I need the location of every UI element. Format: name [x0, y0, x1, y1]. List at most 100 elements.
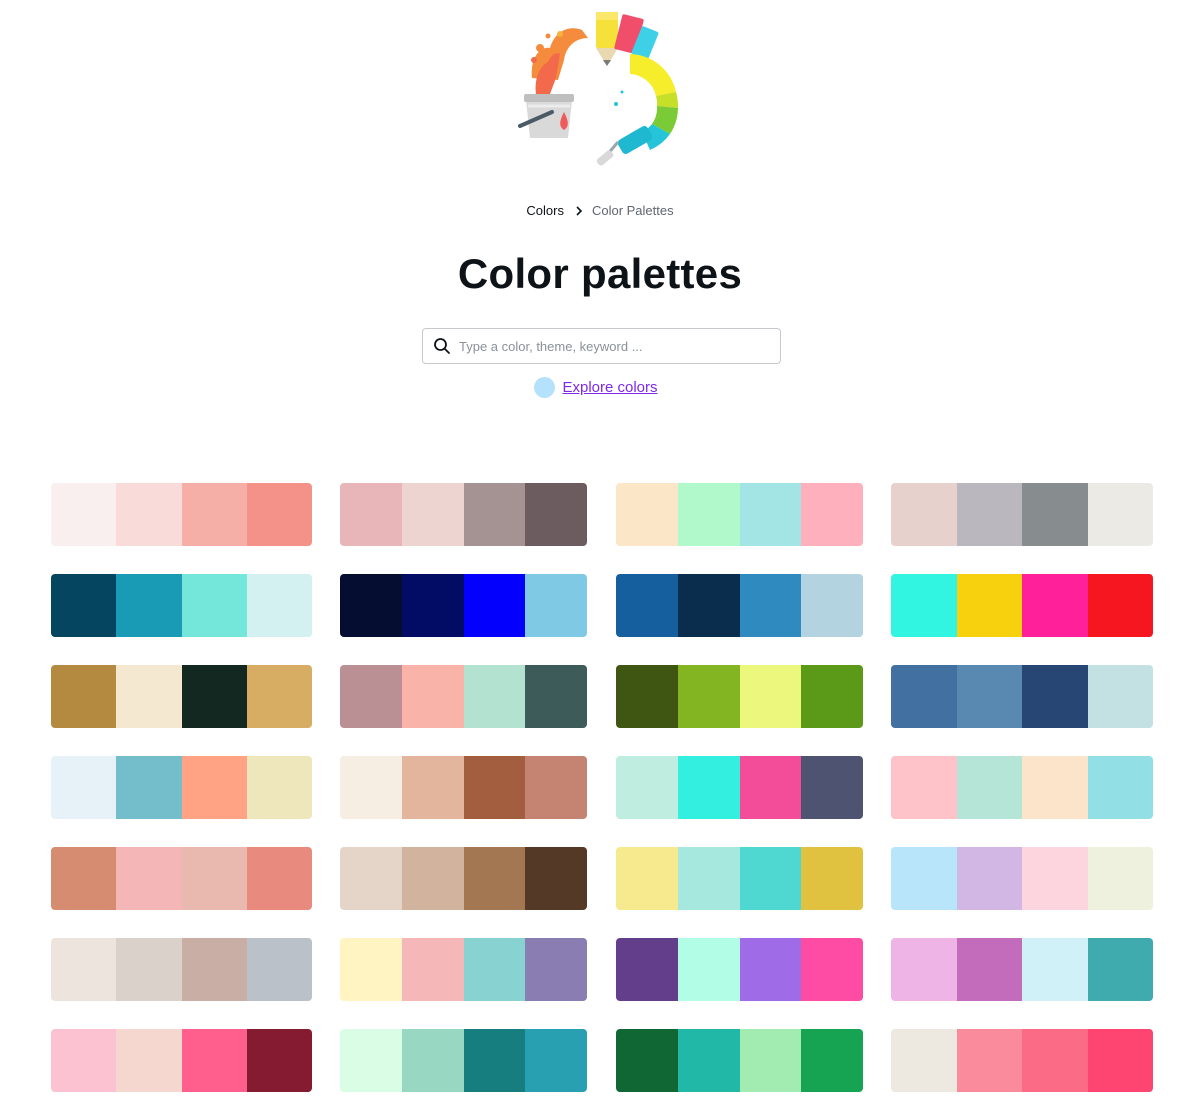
- palette-card[interactable]: [51, 574, 312, 637]
- color-swatch[interactable]: [463, 938, 526, 1001]
- color-swatch[interactable]: [116, 847, 182, 910]
- color-swatch[interactable]: [51, 574, 117, 637]
- color-swatch[interactable]: [463, 574, 526, 637]
- color-swatch[interactable]: [51, 847, 117, 910]
- color-swatch[interactable]: [116, 483, 182, 546]
- color-swatch[interactable]: [677, 665, 740, 728]
- color-swatch[interactable]: [51, 483, 117, 546]
- color-swatch[interactable]: [891, 665, 957, 728]
- color-swatch[interactable]: [181, 938, 247, 1001]
- color-swatch[interactable]: [677, 483, 740, 546]
- palette-card[interactable]: [891, 665, 1153, 728]
- palette-card[interactable]: [340, 574, 587, 637]
- palette-card[interactable]: [616, 847, 863, 910]
- color-swatch[interactable]: [401, 756, 464, 819]
- color-swatch[interactable]: [51, 1029, 117, 1092]
- palette-card[interactable]: [616, 938, 863, 1001]
- palette-card[interactable]: [891, 1029, 1153, 1092]
- color-swatch[interactable]: [891, 1029, 957, 1092]
- color-swatch[interactable]: [616, 665, 678, 728]
- color-swatch[interactable]: [677, 574, 740, 637]
- color-swatch[interactable]: [1022, 938, 1088, 1001]
- color-swatch[interactable]: [525, 483, 587, 546]
- color-swatch[interactable]: [116, 665, 182, 728]
- color-swatch[interactable]: [801, 756, 863, 819]
- color-swatch[interactable]: [1087, 483, 1153, 546]
- color-swatch[interactable]: [340, 483, 402, 546]
- color-swatch[interactable]: [246, 483, 312, 546]
- color-swatch[interactable]: [116, 574, 182, 637]
- color-swatch[interactable]: [401, 1029, 464, 1092]
- color-swatch[interactable]: [340, 756, 402, 819]
- palette-card[interactable]: [891, 756, 1153, 819]
- color-swatch[interactable]: [246, 574, 312, 637]
- color-swatch[interactable]: [677, 938, 740, 1001]
- color-swatch[interactable]: [739, 665, 802, 728]
- color-swatch[interactable]: [525, 938, 587, 1001]
- color-swatch[interactable]: [739, 1029, 802, 1092]
- color-swatch[interactable]: [956, 1029, 1022, 1092]
- color-swatch[interactable]: [246, 665, 312, 728]
- color-swatch[interactable]: [1087, 665, 1153, 728]
- color-swatch[interactable]: [401, 938, 464, 1001]
- color-swatch[interactable]: [340, 665, 402, 728]
- color-swatch[interactable]: [246, 756, 312, 819]
- color-swatch[interactable]: [181, 756, 247, 819]
- color-swatch[interactable]: [525, 847, 587, 910]
- color-swatch[interactable]: [116, 1029, 182, 1092]
- color-swatch[interactable]: [340, 847, 402, 910]
- color-swatch[interactable]: [739, 574, 802, 637]
- palette-card[interactable]: [51, 1029, 312, 1092]
- color-swatch[interactable]: [181, 1029, 247, 1092]
- color-swatch[interactable]: [340, 574, 402, 637]
- color-swatch[interactable]: [801, 574, 863, 637]
- palette-card[interactable]: [616, 574, 863, 637]
- palette-card[interactable]: [51, 756, 312, 819]
- color-swatch[interactable]: [1087, 1029, 1153, 1092]
- color-swatch[interactable]: [340, 1029, 402, 1092]
- color-swatch[interactable]: [616, 574, 678, 637]
- color-swatch[interactable]: [1022, 756, 1088, 819]
- color-swatch[interactable]: [956, 938, 1022, 1001]
- color-swatch[interactable]: [116, 938, 182, 1001]
- color-swatch[interactable]: [677, 756, 740, 819]
- color-swatch[interactable]: [1022, 847, 1088, 910]
- color-swatch[interactable]: [401, 574, 464, 637]
- color-swatch[interactable]: [616, 756, 678, 819]
- color-swatch[interactable]: [116, 756, 182, 819]
- palette-card[interactable]: [51, 938, 312, 1001]
- color-swatch[interactable]: [956, 847, 1022, 910]
- color-swatch[interactable]: [246, 1029, 312, 1092]
- color-swatch[interactable]: [463, 665, 526, 728]
- color-swatch[interactable]: [956, 756, 1022, 819]
- palette-card[interactable]: [51, 483, 312, 546]
- color-swatch[interactable]: [340, 938, 402, 1001]
- color-swatch[interactable]: [181, 665, 247, 728]
- color-swatch[interactable]: [463, 1029, 526, 1092]
- palette-card[interactable]: [340, 665, 587, 728]
- palette-card[interactable]: [340, 756, 587, 819]
- color-swatch[interactable]: [525, 756, 587, 819]
- color-swatch[interactable]: [1022, 574, 1088, 637]
- color-swatch[interactable]: [525, 574, 587, 637]
- palette-card[interactable]: [51, 665, 312, 728]
- color-swatch[interactable]: [616, 938, 678, 1001]
- color-swatch[interactable]: [801, 847, 863, 910]
- palette-card[interactable]: [616, 756, 863, 819]
- color-swatch[interactable]: [616, 847, 678, 910]
- palette-card[interactable]: [340, 1029, 587, 1092]
- color-swatch[interactable]: [525, 665, 587, 728]
- color-swatch[interactable]: [891, 938, 957, 1001]
- color-swatch[interactable]: [956, 665, 1022, 728]
- palette-card[interactable]: [616, 665, 863, 728]
- palette-card[interactable]: [616, 1029, 863, 1092]
- color-swatch[interactable]: [181, 847, 247, 910]
- color-swatch[interactable]: [739, 938, 802, 1001]
- color-swatch[interactable]: [616, 483, 678, 546]
- color-swatch[interactable]: [1087, 574, 1153, 637]
- color-swatch[interactable]: [891, 756, 957, 819]
- color-swatch[interactable]: [739, 847, 802, 910]
- color-swatch[interactable]: [801, 938, 863, 1001]
- color-swatch[interactable]: [677, 847, 740, 910]
- color-swatch[interactable]: [739, 483, 802, 546]
